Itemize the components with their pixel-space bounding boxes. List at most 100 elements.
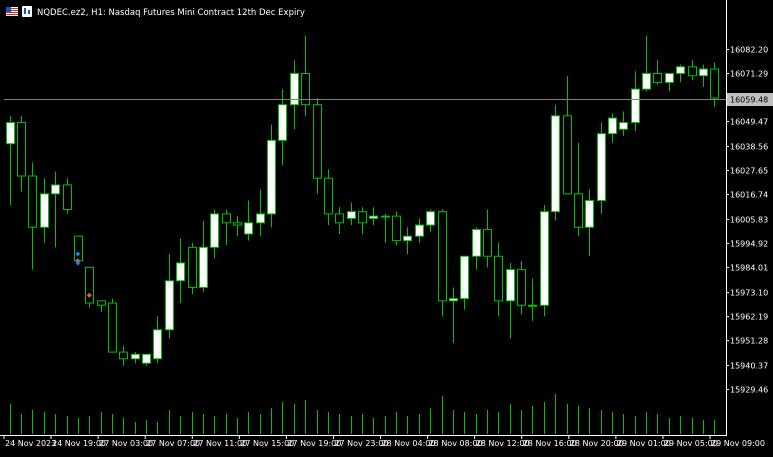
candle-body (222, 213, 231, 224)
candle-body (301, 72, 310, 106)
candle-body (619, 122, 628, 130)
candle-body (653, 72, 662, 83)
candle-body (381, 215, 390, 218)
candle-body (313, 104, 322, 179)
time-tick-label: 29 Nov 05:00 (664, 439, 718, 448)
candle-body (335, 213, 344, 224)
price-tick-label: 15962.19 (730, 313, 768, 322)
price-tick-label: 15951.28 (730, 337, 768, 346)
candle-body (710, 68, 719, 99)
candle-body (688, 66, 697, 77)
candle-body (699, 68, 708, 77)
candle-body (256, 213, 265, 224)
candle-body (74, 235, 83, 262)
time-tick-label: 28 Nov 20:00 (570, 439, 624, 448)
candle-body (85, 266, 94, 304)
candle-body (188, 246, 197, 288)
candle-body (244, 222, 253, 235)
price-tick-label: 16049.47 (730, 118, 768, 127)
candle-body (472, 229, 481, 257)
current-price-label: 16059.48 (727, 93, 773, 106)
chart-flag-icon (6, 7, 18, 16)
time-tick-label: 27 Nov 11:00 (193, 439, 247, 448)
candle-body (290, 72, 299, 106)
candle-body (449, 298, 458, 302)
candle-body (563, 115, 572, 195)
chart-header: NQDEC.ez2, H1: Nasdaq Futures Mini Contr… (6, 6, 305, 18)
candle-body (63, 184, 72, 210)
price-tick-label: 15940.37 (730, 362, 768, 371)
candle-body (460, 255, 469, 300)
candle (188, 242, 197, 295)
price-tick-label: 15994.92 (730, 240, 768, 249)
candle (108, 298, 117, 353)
candle-body (585, 200, 594, 228)
candle-body (278, 104, 287, 141)
time-tick-label: 28 Nov 08:00 (429, 439, 483, 448)
time-tick-label: 28 Nov 04:00 (382, 439, 436, 448)
candle-body (608, 117, 617, 135)
candle-body (506, 269, 515, 302)
candle (392, 211, 401, 246)
candle-body (131, 353, 140, 360)
time-tick-label: 27 Nov 15:00 (240, 439, 294, 448)
candle-body (415, 224, 424, 237)
candle-body (392, 215, 401, 242)
candle-body (324, 177, 333, 215)
candle-body (233, 222, 242, 226)
candle-body (369, 215, 378, 219)
time-tick-label: 24 Nov 19:00 (52, 439, 106, 448)
candle-body (517, 269, 526, 306)
time-tick-label: 29 Nov 09:00 (711, 439, 765, 448)
candle-body (642, 72, 651, 90)
candle-body (426, 211, 435, 226)
candle (540, 204, 549, 317)
candle-body (494, 255, 503, 302)
candle-body (347, 211, 356, 219)
candle-body (483, 229, 492, 257)
candle-body (6, 122, 15, 145)
candle (438, 209, 447, 317)
candle-body (153, 329, 162, 360)
price-tick-label: 16016.74 (730, 191, 768, 200)
candle-body (108, 302, 117, 353)
price-chart[interactable]: 16082.2016071.2916060.3816049.4716038.56… (0, 0, 773, 457)
candle (267, 124, 276, 228)
price-tick-label: 15973.10 (730, 289, 768, 298)
candle-body (51, 184, 60, 195)
candle-body (528, 304, 537, 307)
candle (597, 122, 606, 214)
current-price-label-text: 16059.48 (730, 96, 768, 105)
candle-body (210, 213, 219, 248)
candle-body (574, 193, 583, 228)
time-tick-label: 28 Nov 12:00 (476, 439, 530, 448)
price-tick-label: 16038.56 (730, 143, 768, 152)
time-tick-label: 27 Nov 03:00 (99, 439, 153, 448)
price-tick-label: 15929.46 (730, 386, 768, 395)
candle-body (28, 175, 37, 228)
time-tick-label: 27 Nov 23:00 (334, 439, 388, 448)
price-tick-label: 16071.29 (730, 70, 768, 79)
candle-body (176, 262, 185, 282)
time-tick-label: 28 Nov 16:00 (523, 439, 577, 448)
price-tick-label: 16082.20 (730, 46, 768, 55)
price-tick-label: 15984.01 (730, 264, 768, 273)
candle-body (199, 246, 208, 288)
candle-body (403, 235, 412, 242)
candle-body (267, 139, 276, 215)
candle-body (438, 211, 447, 302)
one-click-trading-icon[interactable] (22, 6, 32, 17)
chart-title: NQDEC.ez2, H1: Nasdaq Futures Mini Contr… (37, 8, 305, 18)
candle (85, 266, 94, 308)
candle-body (358, 211, 367, 224)
candle (551, 104, 560, 221)
price-tick-label: 16027.65 (730, 167, 768, 176)
candle-body (142, 353, 151, 364)
candle-body (40, 193, 49, 228)
candle-body (17, 122, 26, 177)
candle-body (540, 211, 549, 306)
candle-body (97, 300, 106, 306)
candle-body (551, 115, 560, 213)
time-tick-label: 27 Nov 07:00 (146, 439, 200, 448)
candle-body (676, 66, 685, 74)
